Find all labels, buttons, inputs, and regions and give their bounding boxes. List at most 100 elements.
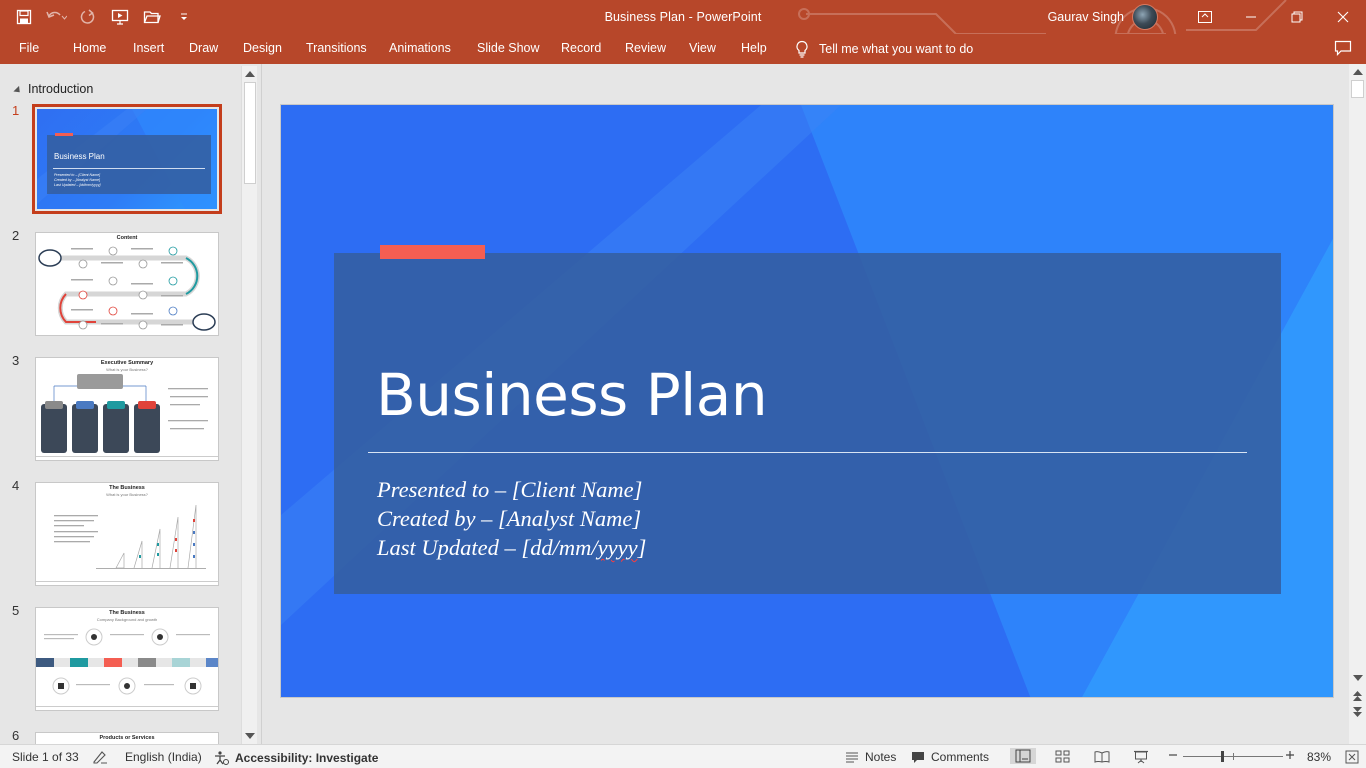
section-header[interactable]: Introduction	[13, 82, 93, 96]
zoom-out-icon[interactable]	[1168, 750, 1178, 760]
slide-number-6: 6	[12, 728, 20, 743]
last-updated-suffix: ]	[637, 535, 647, 560]
tab-design[interactable]: Design	[243, 41, 282, 55]
normal-view-icon[interactable]	[1010, 748, 1036, 764]
document-title: Business Plan	[604, 10, 686, 24]
tab-insert[interactable]: Insert	[133, 41, 164, 55]
accessibility-label[interactable]: Accessibility: Investigate	[235, 751, 378, 765]
thumbnail-5-diagram	[36, 628, 218, 707]
tab-slide-show[interactable]: Slide Show	[477, 41, 540, 55]
language-indicator[interactable]: English (India)	[125, 750, 202, 764]
language-label[interactable]: English (India)	[125, 750, 202, 764]
title-bar: Business Plan - PowerPoint Gaurav Singh	[0, 0, 1366, 64]
title-divider	[368, 452, 1247, 453]
thumbnail-2-diagram	[38, 246, 216, 331]
tab-home[interactable]: Home	[73, 41, 106, 55]
accessibility-checker[interactable]: Accessibility: Investigate	[213, 750, 378, 766]
zoom-slider[interactable]	[1183, 751, 1283, 762]
slide-canvas[interactable]: Business Plan Presented to – [Client Nam…	[280, 104, 1334, 698]
slide-number-4: 4	[12, 478, 20, 493]
scroll-down-icon[interactable]	[1353, 675, 1363, 681]
quick-access-toolbar	[12, 0, 196, 34]
redo-icon[interactable]	[76, 5, 100, 29]
tab-draw[interactable]: Draw	[189, 41, 218, 55]
previous-next-slide-icon[interactable]	[1352, 690, 1363, 718]
status-bar: Slide 1 of 33 English (India) Accessibil…	[0, 744, 1366, 768]
present-from-beginning-icon[interactable]	[108, 5, 132, 29]
notes-button[interactable]: Notes	[845, 750, 896, 764]
tell-me-search[interactable]: Tell me what you want to do	[795, 40, 973, 58]
slide-title[interactable]: Business Plan	[376, 361, 768, 429]
editor-scrollbar[interactable]	[1349, 64, 1366, 744]
slide-thumbnail-2[interactable]: Content	[35, 232, 219, 336]
slide-sorter-icon[interactable]	[1055, 750, 1070, 763]
slide-count[interactable]: Slide 1 of 33	[12, 750, 79, 764]
comments-label[interactable]: Comments	[931, 750, 989, 764]
close-icon[interactable]	[1320, 0, 1366, 34]
tab-help[interactable]: Help	[741, 41, 767, 55]
spelling-check-icon[interactable]	[92, 750, 108, 764]
comments-button[interactable]: Comments	[911, 750, 989, 764]
tab-animations[interactable]: Animations	[389, 41, 451, 55]
scroll-down-icon[interactable]	[245, 733, 255, 739]
scrollbar-thumb[interactable]	[244, 82, 256, 184]
notes-label[interactable]: Notes	[865, 750, 896, 764]
comments-pane-icon[interactable]	[1334, 40, 1352, 61]
zoom-level[interactable]: 83%	[1307, 750, 1331, 764]
tab-review[interactable]: Review	[625, 41, 666, 55]
slide-thumbnail-4[interactable]: The Business What is your Business?	[35, 482, 219, 586]
tell-me-text[interactable]: Tell me what you want to do	[819, 42, 973, 56]
slide-number-5: 5	[12, 603, 20, 618]
zoom-percent[interactable]: 83%	[1307, 750, 1331, 764]
open-icon[interactable]	[140, 5, 164, 29]
slide-thumbnail-1[interactable]: Business Plan Presented to – [Client Nam…	[32, 104, 222, 214]
spelling-flagged-word[interactable]: yyyy	[598, 535, 638, 560]
last-updated-line: Last Updated – [dd/mm/yyyy]	[377, 533, 646, 562]
avatar[interactable]	[1132, 4, 1158, 30]
collapse-section-icon[interactable]	[13, 85, 23, 95]
minimize-icon[interactable]	[1228, 0, 1274, 34]
thumbnail-1-canvas: Business Plan Presented to – [Client Nam…	[37, 109, 217, 209]
last-updated-prefix: Last Updated – [dd/mm/	[377, 535, 598, 560]
window-title: Business Plan - PowerPoint	[0, 10, 1366, 24]
undo-icon[interactable]	[44, 5, 68, 29]
slide-subtitle[interactable]: Presented to – [Client Name] Created by …	[377, 475, 646, 562]
thumbnail-1-rule	[53, 168, 205, 169]
slide-show-icon[interactable]	[1133, 750, 1149, 764]
title-separator: -	[685, 10, 697, 24]
scrollbar-thumb[interactable]	[1351, 80, 1364, 98]
thumbnail-1-accent	[55, 133, 73, 136]
scroll-up-icon[interactable]	[245, 71, 255, 77]
reading-view-icon[interactable]	[1094, 750, 1110, 763]
tab-view[interactable]: View	[689, 41, 716, 55]
scroll-up-icon[interactable]	[1353, 69, 1363, 75]
tab-file[interactable]: File	[19, 41, 39, 55]
zoom-slider-knob[interactable]	[1221, 751, 1224, 762]
tab-record[interactable]: Record	[561, 41, 601, 55]
thumbnail-4-diagram	[36, 504, 218, 582]
app-name: PowerPoint	[696, 10, 762, 24]
thumbnail-6-title: Products or Services	[99, 735, 155, 741]
section-name[interactable]: Introduction	[28, 82, 93, 96]
ribbon-display-options-icon[interactable]	[1182, 0, 1228, 34]
save-icon[interactable]	[12, 5, 36, 29]
slide-thumbnail-5[interactable]: The Business Company Background and grow…	[35, 607, 219, 711]
zoom-in-icon[interactable]	[1285, 750, 1295, 760]
slide-number-3: 3	[12, 353, 20, 368]
title-banner: Business Plan Presented to – [Client Nam…	[334, 245, 1281, 594]
thumbnail-1-lines: Presented to – [Client Name] Created by …	[54, 173, 101, 188]
notes-icon	[846, 752, 858, 763]
fit-slide-icon[interactable]	[1345, 750, 1359, 764]
tab-transitions[interactable]: Transitions	[306, 41, 367, 55]
slide-thumbnail-3[interactable]: Executive Summary What is your Business?	[35, 357, 219, 461]
restore-icon[interactable]	[1274, 0, 1320, 34]
thumbnail-scrollbar[interactable]	[241, 66, 257, 744]
account-area[interactable]: Gaurav Singh	[1048, 0, 1158, 34]
thumbnail-1-line: Last Updated – [dd/mm/yyyy]	[54, 183, 101, 187]
slide-number-2: 2	[12, 228, 20, 243]
slide-thumbnail-6[interactable]: Products or Services	[35, 732, 219, 744]
thumbnail-1-title: Business Plan	[54, 152, 105, 161]
customize-qat-icon[interactable]	[172, 5, 196, 29]
user-name[interactable]: Gaurav Singh	[1048, 10, 1124, 24]
slide-indicator[interactable]: Slide 1 of 33	[12, 750, 79, 764]
